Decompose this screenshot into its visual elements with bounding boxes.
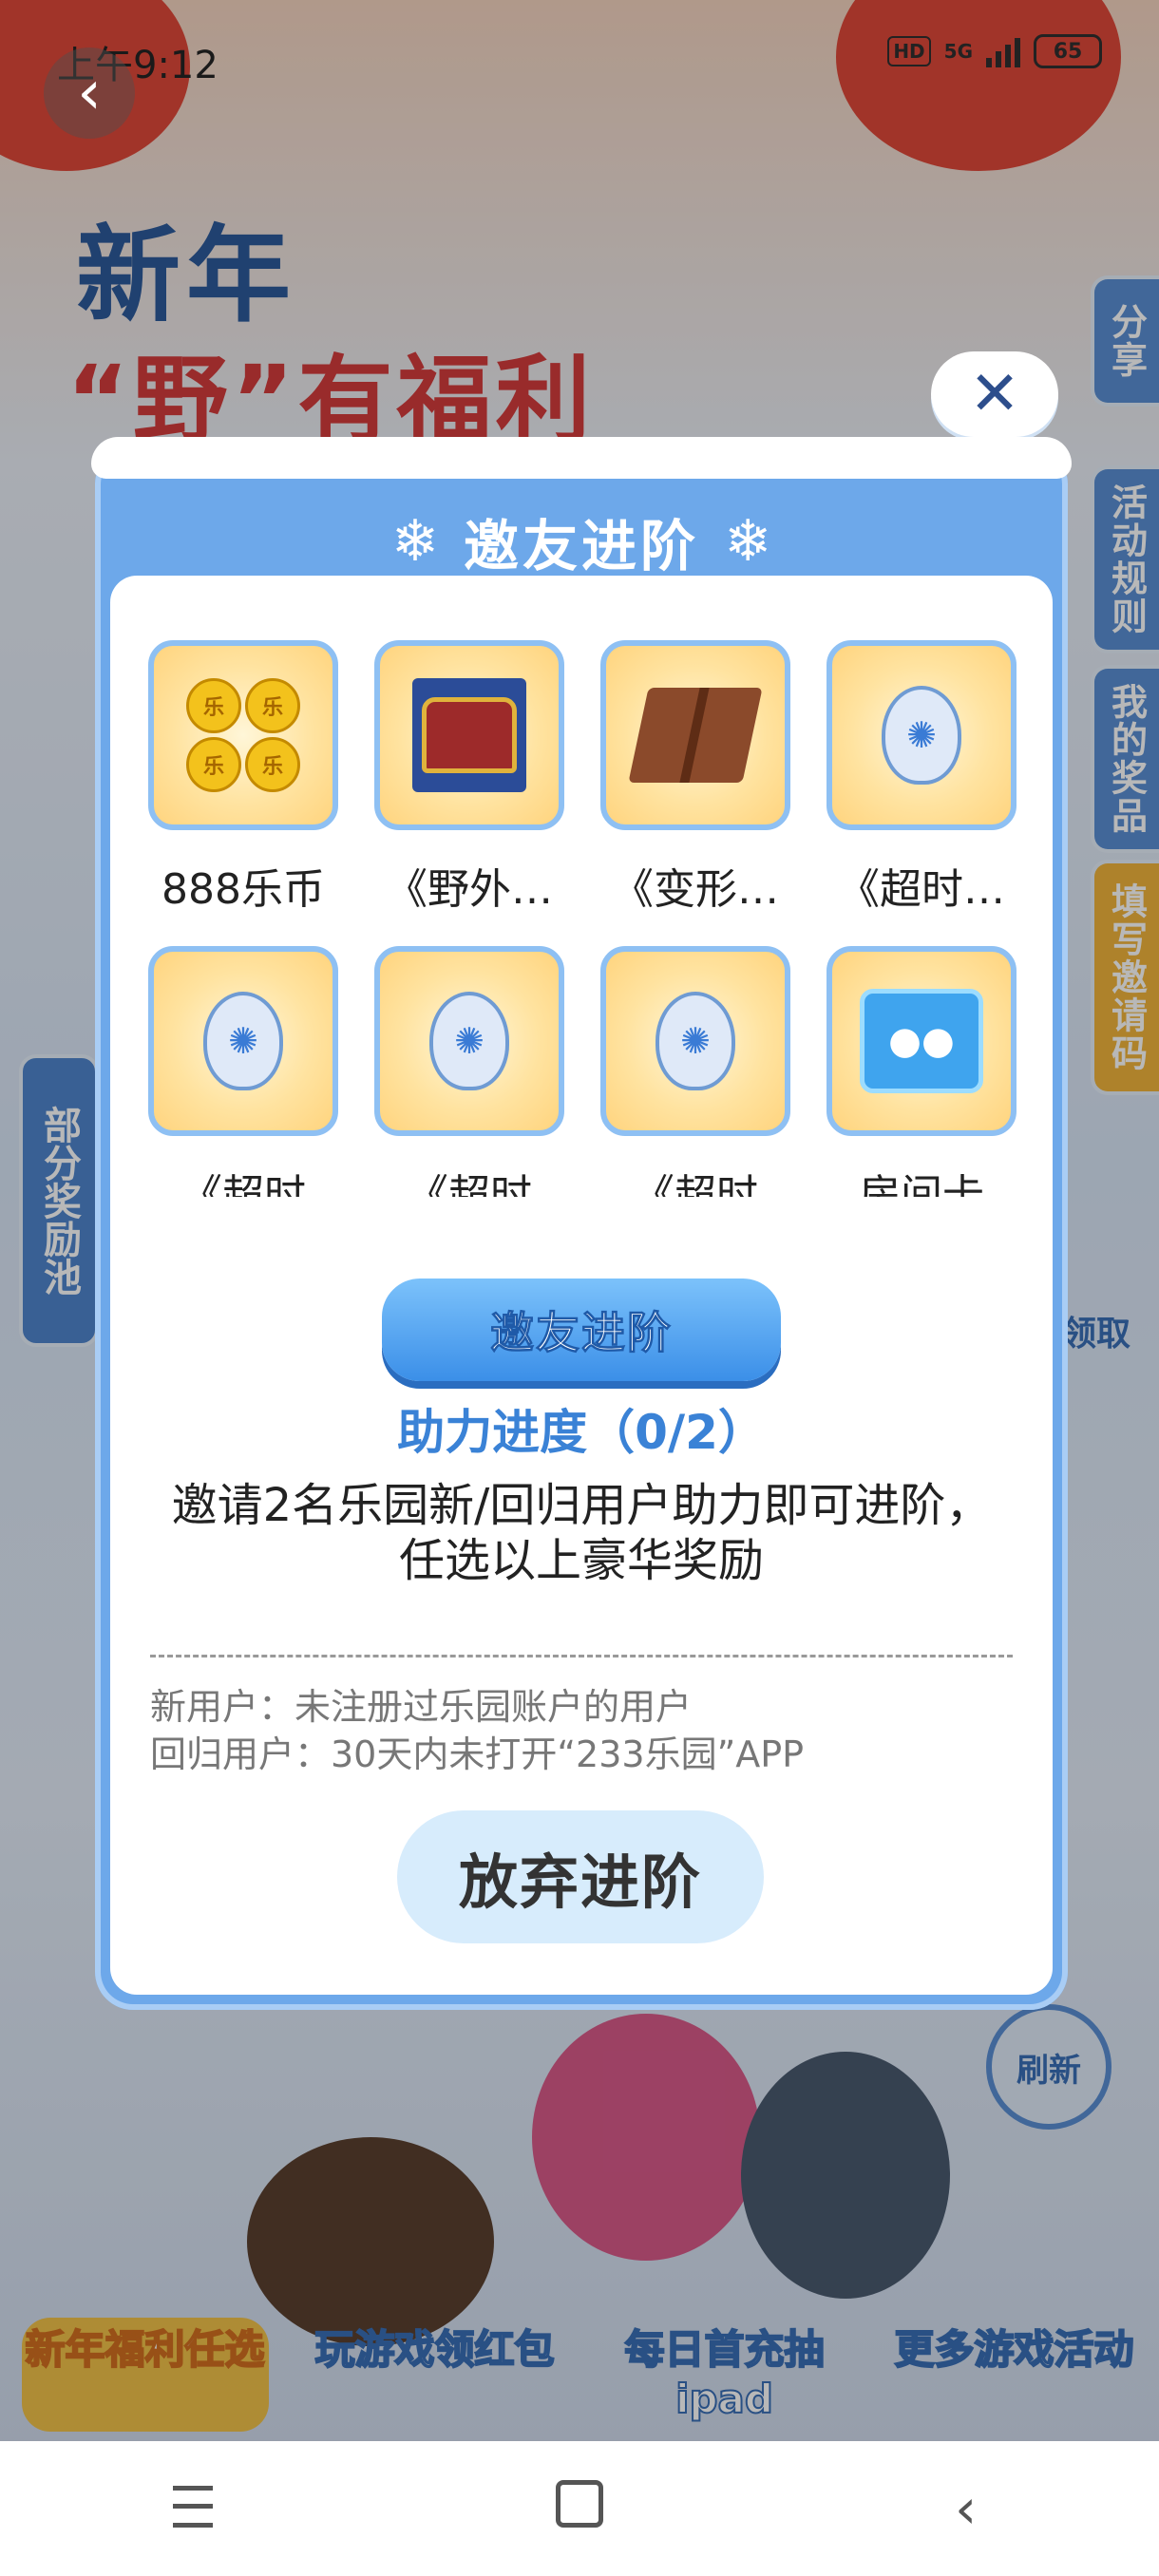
status-icons: HD 5G 65 bbox=[887, 34, 1102, 68]
snowflake-icon: ❄ bbox=[390, 508, 439, 575]
room-card-box-icon: ●● bbox=[826, 946, 1016, 1136]
reward-name: 《超时 bbox=[180, 1171, 306, 1197]
reward-name: 房间卡 bbox=[859, 1171, 984, 1197]
reward-item[interactable]: ✺ 《超时 bbox=[357, 946, 581, 1197]
dashed-divider bbox=[150, 1655, 1013, 1657]
reward-name: 《变形… bbox=[612, 865, 779, 908]
modal-title: 邀友进阶 bbox=[463, 514, 699, 578]
system-back-button[interactable]: ‹ bbox=[909, 2476, 1023, 2541]
battery-icon: 65 bbox=[1034, 34, 1102, 68]
egg-gem-icon: ✺ bbox=[148, 946, 338, 1136]
chevron-left-icon: ‹ bbox=[955, 2476, 978, 2541]
reward-item[interactable]: 《野外… bbox=[357, 640, 581, 908]
back-button[interactable]: ‹ bbox=[44, 47, 135, 139]
egg-crystal-icon: ✺ bbox=[374, 946, 564, 1136]
reward-name: 888乐币 bbox=[162, 865, 325, 908]
reward-name: 《超时 bbox=[407, 1171, 532, 1197]
invite-advance-button[interactable]: 邀友进阶 bbox=[382, 1279, 781, 1381]
home-button[interactable] bbox=[522, 2476, 636, 2541]
reward-item[interactable]: 乐乐乐乐 888乐币 bbox=[131, 640, 355, 908]
reward-item[interactable]: ✺ 《超时… bbox=[809, 640, 1034, 908]
signal-icon bbox=[986, 35, 1020, 67]
coins-icon: 乐乐乐乐 bbox=[148, 640, 338, 830]
status-bar: 上午9:12 HD 5G 65 bbox=[0, 0, 1159, 114]
reward-item[interactable]: ●● 房间卡 bbox=[809, 946, 1034, 1197]
invite-description: 邀请2名乐园新/回归用户助力即可进阶， 任选以上豪华奖励 bbox=[139, 1478, 1024, 1588]
return-user-note: 回归用户：30天内未打开“233乐园”APP bbox=[150, 1733, 805, 1775]
menu-icon bbox=[173, 2486, 214, 2528]
reward-name: 《超时 bbox=[633, 1171, 758, 1197]
hd-icon: HD bbox=[887, 36, 931, 66]
home-icon bbox=[555, 2480, 603, 2528]
modal-body: 乐乐乐乐 888乐币 《野外… 《变形… ✺ 《超时… ✺ 《超时 ✺ 《超时 … bbox=[110, 576, 1053, 1995]
reward-item[interactable]: ✺ 《超时 bbox=[583, 946, 808, 1197]
invite-advance-modal: ❄ 邀友进阶 ❄ 乐乐乐乐 888乐币 《野外… 《变形… ✺ 《超时… ✺ 《… bbox=[91, 437, 1072, 2010]
battery-level: 65 bbox=[1053, 39, 1083, 64]
egg-potion-icon: ✺ bbox=[600, 946, 790, 1136]
reward-item[interactable]: 《变形… bbox=[583, 640, 808, 908]
snow-decoration bbox=[91, 437, 1072, 479]
reward-item[interactable]: ✺ 《超时 bbox=[131, 946, 355, 1197]
network-type: 5G bbox=[943, 40, 973, 63]
gift-box-icon bbox=[600, 640, 790, 830]
new-user-note: 新用户：未注册过乐园账户的用户 bbox=[150, 1686, 693, 1728]
give-up-button[interactable]: 放弃进阶 bbox=[397, 1810, 764, 1943]
reward-name: 《超时… bbox=[838, 865, 1005, 908]
system-navigation-bar: ‹ bbox=[0, 2441, 1159, 2576]
reward-name: 《野外… bbox=[386, 865, 553, 908]
treasure-chest-icon bbox=[374, 640, 564, 830]
reward-grid: 乐乐乐乐 888乐币 《野外… 《变形… ✺ 《超时… ✺ 《超时 ✺ 《超时 … bbox=[131, 640, 1034, 1197]
description-line1: 邀请2名乐园新/回归用户助力即可进阶， bbox=[171, 1479, 992, 1532]
description-line2: 任选以上豪华奖励 bbox=[398, 1534, 764, 1587]
menu-button[interactable] bbox=[136, 2476, 250, 2541]
close-icon: ✕ bbox=[969, 359, 1020, 429]
chevron-left-icon: ‹ bbox=[77, 58, 102, 128]
close-button[interactable]: ✕ bbox=[931, 351, 1058, 437]
egg-book-icon: ✺ bbox=[826, 640, 1016, 830]
snowflake-icon: ❄ bbox=[724, 508, 772, 575]
assist-progress: 助力进度（0/2） bbox=[397, 1405, 766, 1460]
